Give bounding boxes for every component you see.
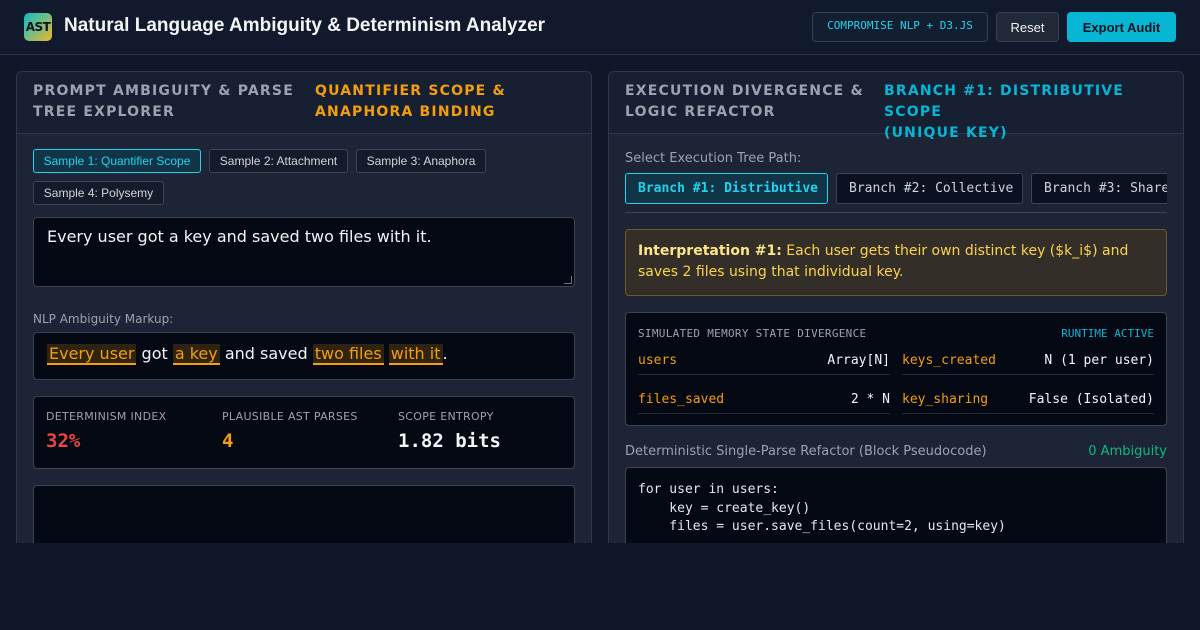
app-title: Natural Language Ambiguity & Determinism…: [64, 15, 546, 36]
tab-branch-3[interactable]: Branch #3: Shared: [1031, 173, 1167, 204]
path-select-label: Select Execution Tree Path:: [625, 151, 802, 166]
plausible-parses-label: PLAUSIBLE AST PARSES: [222, 410, 358, 423]
memory-key: keys_created: [902, 353, 996, 368]
refactor-label: Deterministic Single-Parse Refactor (Blo…: [625, 444, 987, 459]
row-divider: [638, 374, 890, 375]
row-divider: [902, 374, 1154, 375]
memory-key: key_sharing: [902, 392, 989, 407]
app-logo: AST: [24, 13, 52, 41]
determinism-index-label: DETERMINISM INDEX: [46, 410, 167, 423]
ambiguity-markup: Every user got a key and saved two files…: [33, 332, 575, 380]
panel-subtitle: QUANTIFIER SCOPE & ANAPHORA BINDING: [315, 81, 506, 123]
memory-value: False (Isolated): [1028, 392, 1154, 407]
panel-subtitle-line: (UNIQUE KEY): [884, 125, 1008, 141]
runtime-status-badge: RUNTIME ACTIVE: [1061, 327, 1154, 340]
ambiguous-phrase[interactable]: two files: [312, 344, 384, 365]
ambiguity-badge: 0 Ambiguity: [1088, 444, 1167, 459]
markup-text: got: [136, 344, 173, 363]
execution-divergence-panel: EXECUTION DIVERGENCE & LOGIC REFACTOR BR…: [608, 71, 1184, 543]
determinism-index-value: 32%: [46, 430, 81, 452]
sample-4-button[interactable]: Sample 4: Polysemy: [33, 181, 164, 205]
panel-title-line: PROMPT AMBIGUITY & PARSE: [33, 83, 294, 99]
ambiguous-phrase[interactable]: Every user: [47, 344, 137, 365]
row-divider: [902, 413, 1154, 414]
prompt-textarea[interactable]: Every user got a key and saved two files…: [33, 217, 575, 287]
memory-key: files_saved: [638, 392, 725, 407]
memory-value: N (1 per user): [1044, 353, 1154, 368]
tech-badge: COMPROMISE NLP + D3.JS: [812, 12, 988, 42]
prompt-text: Every user got a key and saved two files…: [47, 227, 432, 246]
panel-title: EXECUTION DIVERGENCE & LOGIC REFACTOR: [625, 81, 864, 123]
panel-title: PROMPT AMBIGUITY & PARSE TREE EXPLORER: [33, 81, 294, 123]
markup-text: .: [442, 344, 448, 363]
memory-state-panel: SIMULATED MEMORY STATE DIVERGENCE RUNTIM…: [625, 312, 1167, 426]
row-divider: [638, 413, 890, 414]
panel-title-line: LOGIC REFACTOR: [625, 104, 776, 120]
interpretation-heading: Interpretation #1:: [638, 243, 782, 259]
tab-branch-1[interactable]: Branch #1: Distributive: [625, 173, 828, 204]
panel-header: EXECUTION DIVERGENCE & LOGIC REFACTOR BR…: [609, 72, 1183, 141]
memory-key: users: [638, 353, 678, 368]
scope-entropy-label: SCOPE ENTROPY: [398, 410, 494, 423]
ambiguous-phrase[interactable]: with it: [388, 344, 443, 365]
tab-branch-2[interactable]: Branch #2: Collective: [836, 173, 1023, 204]
refactor-code-block: for user in users: key = create_key() fi…: [625, 467, 1167, 543]
memory-value: Array[N]: [827, 353, 890, 368]
markup-label: NLP Ambiguity Markup:: [33, 312, 174, 326]
memory-state-title: SIMULATED MEMORY STATE DIVERGENCE: [638, 327, 867, 340]
sample-2-button[interactable]: Sample 2: Attachment: [209, 149, 348, 173]
panel-subtitle-line: ANAPHORA BINDING: [315, 104, 496, 120]
scope-entropy-value: 1.82 bits: [398, 430, 501, 452]
memory-value: 2 * N: [850, 392, 890, 407]
sample-1-button[interactable]: Sample 1: Quantifier Scope: [33, 149, 201, 173]
parse-tree-canvas: [33, 485, 575, 543]
panel-subtitle-line: BRANCH #1: DISTRIBUTIVE SCOPE: [884, 83, 1125, 120]
interpretation-callout: Interpretation #1: Each user gets their …: [625, 229, 1167, 296]
panel-subtitle: BRANCH #1: DISTRIBUTIVE SCOPE (UNIQUE KE…: [884, 81, 1183, 144]
tab-divider: [625, 212, 1167, 213]
app-header: AST Natural Language Ambiguity & Determi…: [0, 0, 1200, 55]
plausible-parses-value: 4: [222, 430, 234, 452]
export-audit-button[interactable]: Export Audit: [1067, 12, 1176, 42]
resize-handle-icon[interactable]: [564, 276, 572, 284]
markup-text: [384, 344, 389, 363]
prompt-ambiguity-panel: PROMPT AMBIGUITY & PARSE TREE EXPLORER Q…: [16, 71, 592, 543]
ambiguous-phrase[interactable]: a key: [172, 344, 220, 365]
panel-title-line: TREE EXPLORER: [33, 104, 175, 120]
panel-title-line: EXECUTION DIVERGENCE &: [625, 83, 864, 99]
panel-header: PROMPT AMBIGUITY & PARSE TREE EXPLORER Q…: [17, 72, 591, 134]
panel-subtitle-line: QUANTIFIER SCOPE &: [315, 83, 506, 99]
reset-button[interactable]: Reset: [996, 12, 1059, 42]
sample-3-button[interactable]: Sample 3: Anaphora: [356, 149, 486, 173]
stats-panel: DETERMINISM INDEX 32% PLAUSIBLE AST PARS…: [33, 396, 575, 469]
markup-text: and saved: [219, 344, 313, 363]
